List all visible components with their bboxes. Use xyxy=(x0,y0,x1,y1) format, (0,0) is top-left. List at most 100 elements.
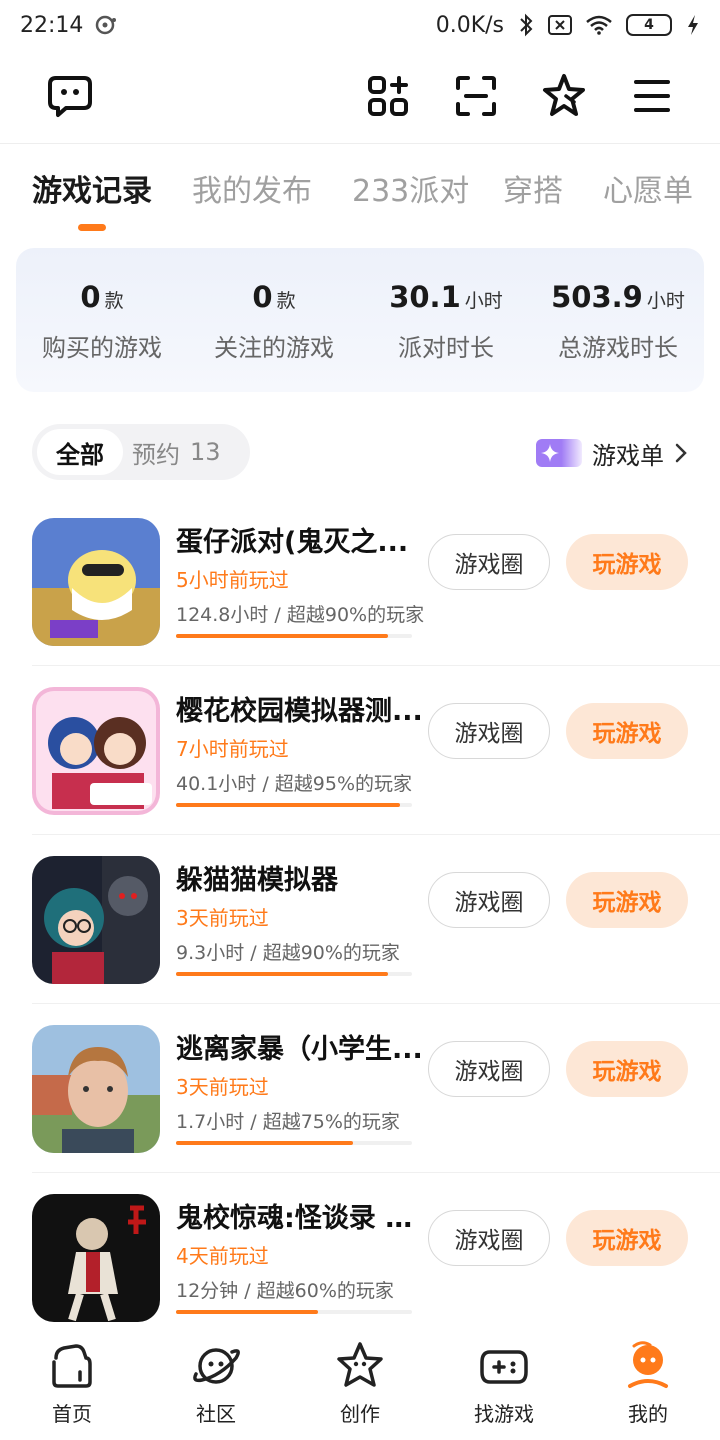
tab-bar: 游戏记录 我的发布 233派对 穿搭 心愿单 xyxy=(0,166,720,216)
tab-233-party[interactable]: 233派对 xyxy=(352,166,469,210)
play-game-button[interactable]: 玩游戏 xyxy=(566,703,688,759)
nav-label: 创作 xyxy=(340,1402,380,1426)
gamepad-icon xyxy=(480,1350,528,1384)
game-row[interactable]: 鬼校惊魂:怪谈录 (... 4天前玩过 12分钟 / 超越60%的玩家 游戏圈 … xyxy=(0,1174,720,1342)
game-circle-button[interactable]: 游戏圈 xyxy=(428,1041,550,1097)
stat-unit: 款 xyxy=(276,290,296,312)
filter-reserve-label: 预约 xyxy=(132,440,180,469)
game-playtime-stats: 12分钟 / 超越60%的玩家 xyxy=(176,1280,394,1302)
bluetooth-icon xyxy=(520,13,533,37)
game-thumbnail[interactable] xyxy=(32,518,160,646)
star-icon[interactable] xyxy=(540,72,588,120)
chevron-right-icon xyxy=(675,443,687,463)
play-game-button[interactable]: 玩游戏 xyxy=(566,1210,688,1266)
stats-card: 0款 购买的游戏 0款 关注的游戏 30.1 小时 派对时长 503.9 小时 总游… xyxy=(16,248,704,392)
game-progress-bar xyxy=(176,634,412,638)
game-progress-bar xyxy=(176,1141,412,1145)
filter-toggle: 全部 预约 13 xyxy=(32,424,250,480)
play-game-button[interactable]: 玩游戏 xyxy=(566,1041,688,1097)
wifi-icon xyxy=(586,15,612,35)
menu-icon[interactable] xyxy=(628,72,676,120)
row-divider xyxy=(32,834,720,835)
bottom-nav: 首页 社区 创作 找游戏 我的 xyxy=(0,1328,720,1440)
net-speed: 0.0K/s xyxy=(435,12,504,38)
nav-home[interactable]: 首页 xyxy=(0,1338,144,1434)
message-icon[interactable] xyxy=(46,72,94,120)
stat-unit: 款 xyxy=(104,290,124,312)
game-progress-bar xyxy=(176,972,412,976)
scan-icon[interactable] xyxy=(452,72,500,120)
top-toolbar xyxy=(0,56,720,136)
game-title: 蛋仔派对(鬼灭之... xyxy=(176,527,409,558)
game-circle-button[interactable]: 游戏圈 xyxy=(428,534,550,590)
game-playtime-stats: 40.1小时 / 超越95%的玩家 xyxy=(176,773,413,795)
game-title: 鬼校惊魂:怪谈录 (... xyxy=(176,1203,424,1234)
community-icon xyxy=(193,1348,240,1384)
charging-icon xyxy=(688,15,698,35)
game-progress-bar xyxy=(176,1310,412,1314)
play-game-button[interactable]: 玩游戏 xyxy=(566,534,688,590)
sync-icon xyxy=(96,15,117,35)
tab-game-records[interactable]: 游戏记录 xyxy=(32,166,152,210)
status-time: 22:14 xyxy=(20,12,84,38)
game-playtime-stats: 1.7小时 / 超越75%的玩家 xyxy=(176,1111,400,1133)
row-divider xyxy=(32,665,720,666)
row-divider xyxy=(32,1003,720,1004)
game-circle-button[interactable]: 游戏圈 xyxy=(428,703,550,759)
game-row[interactable]: 逃离家暴（小学生... 3天前玩过 1.7小时 / 超越75%的玩家 游戏圈 玩… xyxy=(0,1005,720,1173)
nav-label: 我的 xyxy=(628,1402,668,1426)
game-last-played: 3天前玩过 xyxy=(176,1075,269,1099)
nav-find-games[interactable]: 找游戏 xyxy=(432,1338,576,1434)
tab-outfits[interactable]: 穿搭 xyxy=(503,166,563,210)
game-circle-button[interactable]: 游戏圈 xyxy=(428,1210,550,1266)
tab-wishlist[interactable]: 心愿单 xyxy=(603,166,693,210)
nav-profile[interactable]: 我的 xyxy=(576,1338,720,1434)
nav-create[interactable]: 创作 xyxy=(288,1338,432,1434)
game-title: 樱花校园模拟器测... xyxy=(176,696,423,727)
game-progress-bar xyxy=(176,803,412,807)
game-row[interactable]: 樱花校园模拟器测... 7小时前玩过 40.1小时 / 超越95%的玩家 游戏圈… xyxy=(0,667,720,835)
status-bar: 22:14 0.0K/s 4 xyxy=(0,0,720,50)
game-circle-button[interactable]: 游戏圈 xyxy=(428,872,550,928)
nav-label: 找游戏 xyxy=(474,1402,534,1426)
game-thumbnail[interactable] xyxy=(32,1194,160,1322)
stat-label: 购买的游戏 xyxy=(42,334,162,362)
sim-x-icon xyxy=(548,15,572,35)
nav-community[interactable]: 社区 xyxy=(144,1338,288,1434)
game-list-link[interactable]: 游戏单 xyxy=(536,434,688,472)
game-thumbnail[interactable] xyxy=(32,687,160,815)
stat-label: 派对时长 xyxy=(398,334,494,362)
add-app-icon[interactable] xyxy=(364,72,412,120)
game-last-played: 5小时前玩过 xyxy=(176,568,289,592)
battery-icon: 4 xyxy=(626,14,672,36)
row-divider xyxy=(32,1172,720,1173)
play-game-button[interactable]: 玩游戏 xyxy=(566,872,688,928)
home-icon xyxy=(52,1344,92,1388)
stat-value: 503.9 xyxy=(551,280,643,314)
game-last-played: 3天前玩过 xyxy=(176,906,269,930)
stat-total-time[interactable]: 503.9 小时 总游戏时长 xyxy=(532,280,704,363)
stat-label: 总游戏时长 xyxy=(558,334,678,362)
game-progress-fill xyxy=(176,972,389,976)
game-row[interactable]: 蛋仔派对(鬼灭之... 5小时前玩过 124.8小时 / 超越90%的玩家 游戏… xyxy=(0,498,720,666)
filter-reserve-button[interactable]: 预约 13 xyxy=(132,424,221,480)
active-tab-indicator xyxy=(78,224,106,231)
game-list-label: 游戏单 xyxy=(592,441,664,470)
stat-value: 0 xyxy=(252,280,273,314)
stat-purchased[interactable]: 0款 购买的游戏 xyxy=(16,280,188,363)
stat-followed[interactable]: 0款 关注的游戏 xyxy=(188,280,360,363)
game-row[interactable]: 躲猫猫模拟器 3天前玩过 9.3小时 / 超越90%的玩家 游戏圈 玩游戏 xyxy=(0,836,720,1004)
filter-reserve-count: 13 xyxy=(190,438,221,466)
stat-value: 30.1 xyxy=(389,280,461,314)
game-thumbnail[interactable] xyxy=(32,856,160,984)
game-last-played: 4天前玩过 xyxy=(176,1244,269,1268)
game-last-played: 7小时前玩过 xyxy=(176,737,289,761)
nav-label: 首页 xyxy=(52,1402,92,1426)
game-title: 逃离家暴（小学生... xyxy=(176,1034,423,1065)
stat-party-time[interactable]: 30.1 小时 派对时长 xyxy=(360,280,532,363)
game-thumbnail[interactable] xyxy=(32,1025,160,1153)
tab-my-posts[interactable]: 我的发布 xyxy=(192,166,312,210)
filter-all-button[interactable]: 全部 xyxy=(37,429,123,475)
stat-unit: 小时 xyxy=(464,290,503,312)
game-progress-fill xyxy=(176,1141,353,1145)
